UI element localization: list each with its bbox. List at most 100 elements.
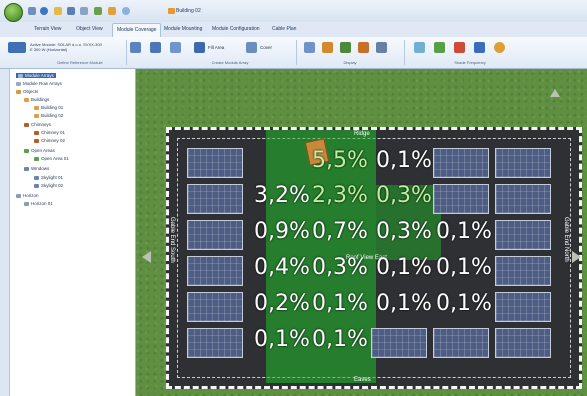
shade-value: 0,1% bbox=[376, 255, 432, 280]
pan-right-icon[interactable] bbox=[572, 251, 581, 263]
tree-item-skylight-01[interactable]: Skylight 01 bbox=[34, 175, 63, 180]
shade-4-icon[interactable] bbox=[474, 42, 485, 53]
building-icon bbox=[168, 8, 175, 14]
pv-module[interactable] bbox=[433, 328, 489, 358]
pv-module[interactable] bbox=[495, 220, 551, 250]
pane-toolstrip bbox=[0, 69, 10, 396]
group-display: Display bbox=[343, 60, 357, 65]
pv-module[interactable] bbox=[187, 256, 243, 286]
tree-label: Objects bbox=[23, 89, 39, 94]
skylight-icon bbox=[34, 183, 39, 188]
tree-item-open-areas[interactable]: Open Areas bbox=[24, 148, 55, 153]
pv-module[interactable] bbox=[433, 148, 489, 178]
display-2-icon[interactable] bbox=[322, 42, 333, 53]
array-tool-2-icon[interactable] bbox=[150, 42, 161, 53]
pan-up-icon[interactable] bbox=[550, 89, 560, 97]
tree-item-horizon-01[interactable]: Horizon 01 bbox=[24, 201, 53, 206]
print-icon[interactable] bbox=[94, 7, 102, 15]
eaves-label: Eaves bbox=[354, 377, 371, 383]
info-icon[interactable] bbox=[40, 7, 48, 15]
help-icon[interactable] bbox=[122, 7, 130, 15]
tree-label: Skylight 01 bbox=[41, 175, 64, 180]
shade-1-icon[interactable] bbox=[414, 42, 425, 53]
tree-item-open-area-01[interactable]: Open Area 01 bbox=[34, 156, 69, 161]
pv-module[interactable] bbox=[187, 148, 243, 178]
open-area-icon bbox=[24, 148, 29, 153]
tab-module-coverage[interactable]: Module Coverage bbox=[112, 23, 162, 37]
module-icon[interactable] bbox=[8, 42, 26, 53]
ridge-label: Ridge bbox=[354, 131, 370, 137]
array-tool-1-icon[interactable] bbox=[130, 42, 141, 53]
shade-value: 0,4% bbox=[254, 255, 310, 280]
pv-module[interactable] bbox=[495, 328, 551, 358]
shade-value: 0,7% bbox=[312, 219, 368, 244]
roof-view-canvas[interactable]: Ridge Eaves Roof View East Gable End Sou… bbox=[136, 69, 587, 396]
tree-item-chimney-02[interactable]: Chimney 02 bbox=[34, 138, 65, 143]
tree-item-buildings[interactable]: Buildings bbox=[24, 97, 49, 102]
module-row bbox=[495, 220, 551, 250]
save-icon[interactable] bbox=[67, 7, 75, 15]
display-5-icon[interactable] bbox=[376, 42, 387, 53]
tree-label: Module Arrays bbox=[25, 73, 54, 78]
ribbon-separator bbox=[296, 40, 297, 65]
pv-module[interactable] bbox=[187, 220, 243, 250]
display-3-icon[interactable] bbox=[340, 42, 351, 53]
pv-module[interactable] bbox=[371, 328, 427, 358]
pv-module[interactable] bbox=[495, 256, 551, 286]
tree-label: Windows bbox=[31, 166, 50, 171]
pv-module[interactable] bbox=[187, 328, 243, 358]
tree-item-building-01[interactable]: Building 01 bbox=[34, 105, 63, 110]
document-title: Building 02 bbox=[176, 8, 201, 14]
display-1-icon[interactable] bbox=[304, 42, 315, 53]
pv-module[interactable] bbox=[187, 184, 243, 214]
tab-terrain-view[interactable]: Terrain View bbox=[34, 26, 61, 32]
active-module-info[interactable]: Active Module: SOLAR d.o.o. SVXX-300 E 3… bbox=[30, 42, 102, 52]
tree-item-objects[interactable]: Objects bbox=[16, 89, 38, 94]
shade-5-icon[interactable] bbox=[494, 42, 505, 53]
tab-module-configuration[interactable]: Module Configuration bbox=[212, 26, 260, 32]
tool-icon[interactable] bbox=[80, 7, 88, 15]
pv-module[interactable] bbox=[495, 148, 551, 178]
display-4-icon[interactable] bbox=[358, 42, 369, 53]
shade-value: 5,5% bbox=[312, 148, 368, 173]
tree-item-chimney-01[interactable]: Chimney 01 bbox=[34, 130, 65, 135]
tree-item-chimneys[interactable]: Chimneys bbox=[24, 122, 51, 127]
module-row-icon bbox=[16, 81, 21, 86]
array-tool-3-icon[interactable] bbox=[170, 42, 181, 53]
shade-3-icon[interactable] bbox=[454, 42, 465, 53]
tree-label: Open Areas bbox=[31, 148, 55, 153]
window-icon bbox=[24, 166, 29, 171]
tab-object-view[interactable]: Object View bbox=[76, 26, 103, 32]
open-icon[interactable] bbox=[54, 7, 62, 15]
object-tree-pane bbox=[0, 69, 136, 396]
fill-area-button[interactable]: Fill Area bbox=[208, 45, 224, 50]
tree-item-building-02[interactable]: Building 02 bbox=[34, 113, 63, 118]
objects-icon bbox=[16, 89, 21, 94]
tree-item-skylight-02[interactable]: Skylight 02 bbox=[34, 183, 63, 188]
fill-area-icon[interactable] bbox=[194, 42, 205, 53]
tree-item-horizon[interactable]: Horizon bbox=[16, 193, 39, 198]
shade-value: 3,2% bbox=[254, 183, 310, 208]
tree-item-module-row-arrays[interactable]: Module Row Arrays bbox=[16, 81, 62, 86]
cover-icon[interactable] bbox=[246, 42, 257, 53]
shade-value: 0,3% bbox=[376, 219, 432, 244]
tab-cable-plan[interactable]: Cable Plan bbox=[272, 26, 296, 32]
pv-module[interactable] bbox=[187, 292, 243, 322]
tree-label: Chimneys bbox=[31, 122, 52, 127]
app-menu-button[interactable] bbox=[4, 3, 23, 22]
tree-item-module-arrays[interactable]: Module Arrays bbox=[16, 73, 56, 78]
tab-module-mounting[interactable]: Module Mounting bbox=[164, 26, 202, 32]
pan-left-icon[interactable] bbox=[142, 251, 151, 263]
cover-button[interactable]: Cover bbox=[260, 45, 272, 50]
group-create-module-array: Create Module Array bbox=[211, 60, 249, 65]
undo-icon[interactable] bbox=[28, 7, 36, 15]
shade-2-icon[interactable] bbox=[434, 42, 445, 53]
module-row bbox=[187, 328, 243, 358]
ribbon-separator bbox=[404, 40, 405, 65]
active-module-line2: E 300 W (Horizontal) bbox=[30, 47, 68, 52]
tree-item-windows[interactable]: Windows bbox=[24, 166, 49, 171]
pv-module[interactable] bbox=[495, 292, 551, 322]
folder-icon[interactable] bbox=[108, 7, 116, 15]
pv-module[interactable] bbox=[433, 184, 489, 214]
pv-module[interactable] bbox=[495, 184, 551, 214]
